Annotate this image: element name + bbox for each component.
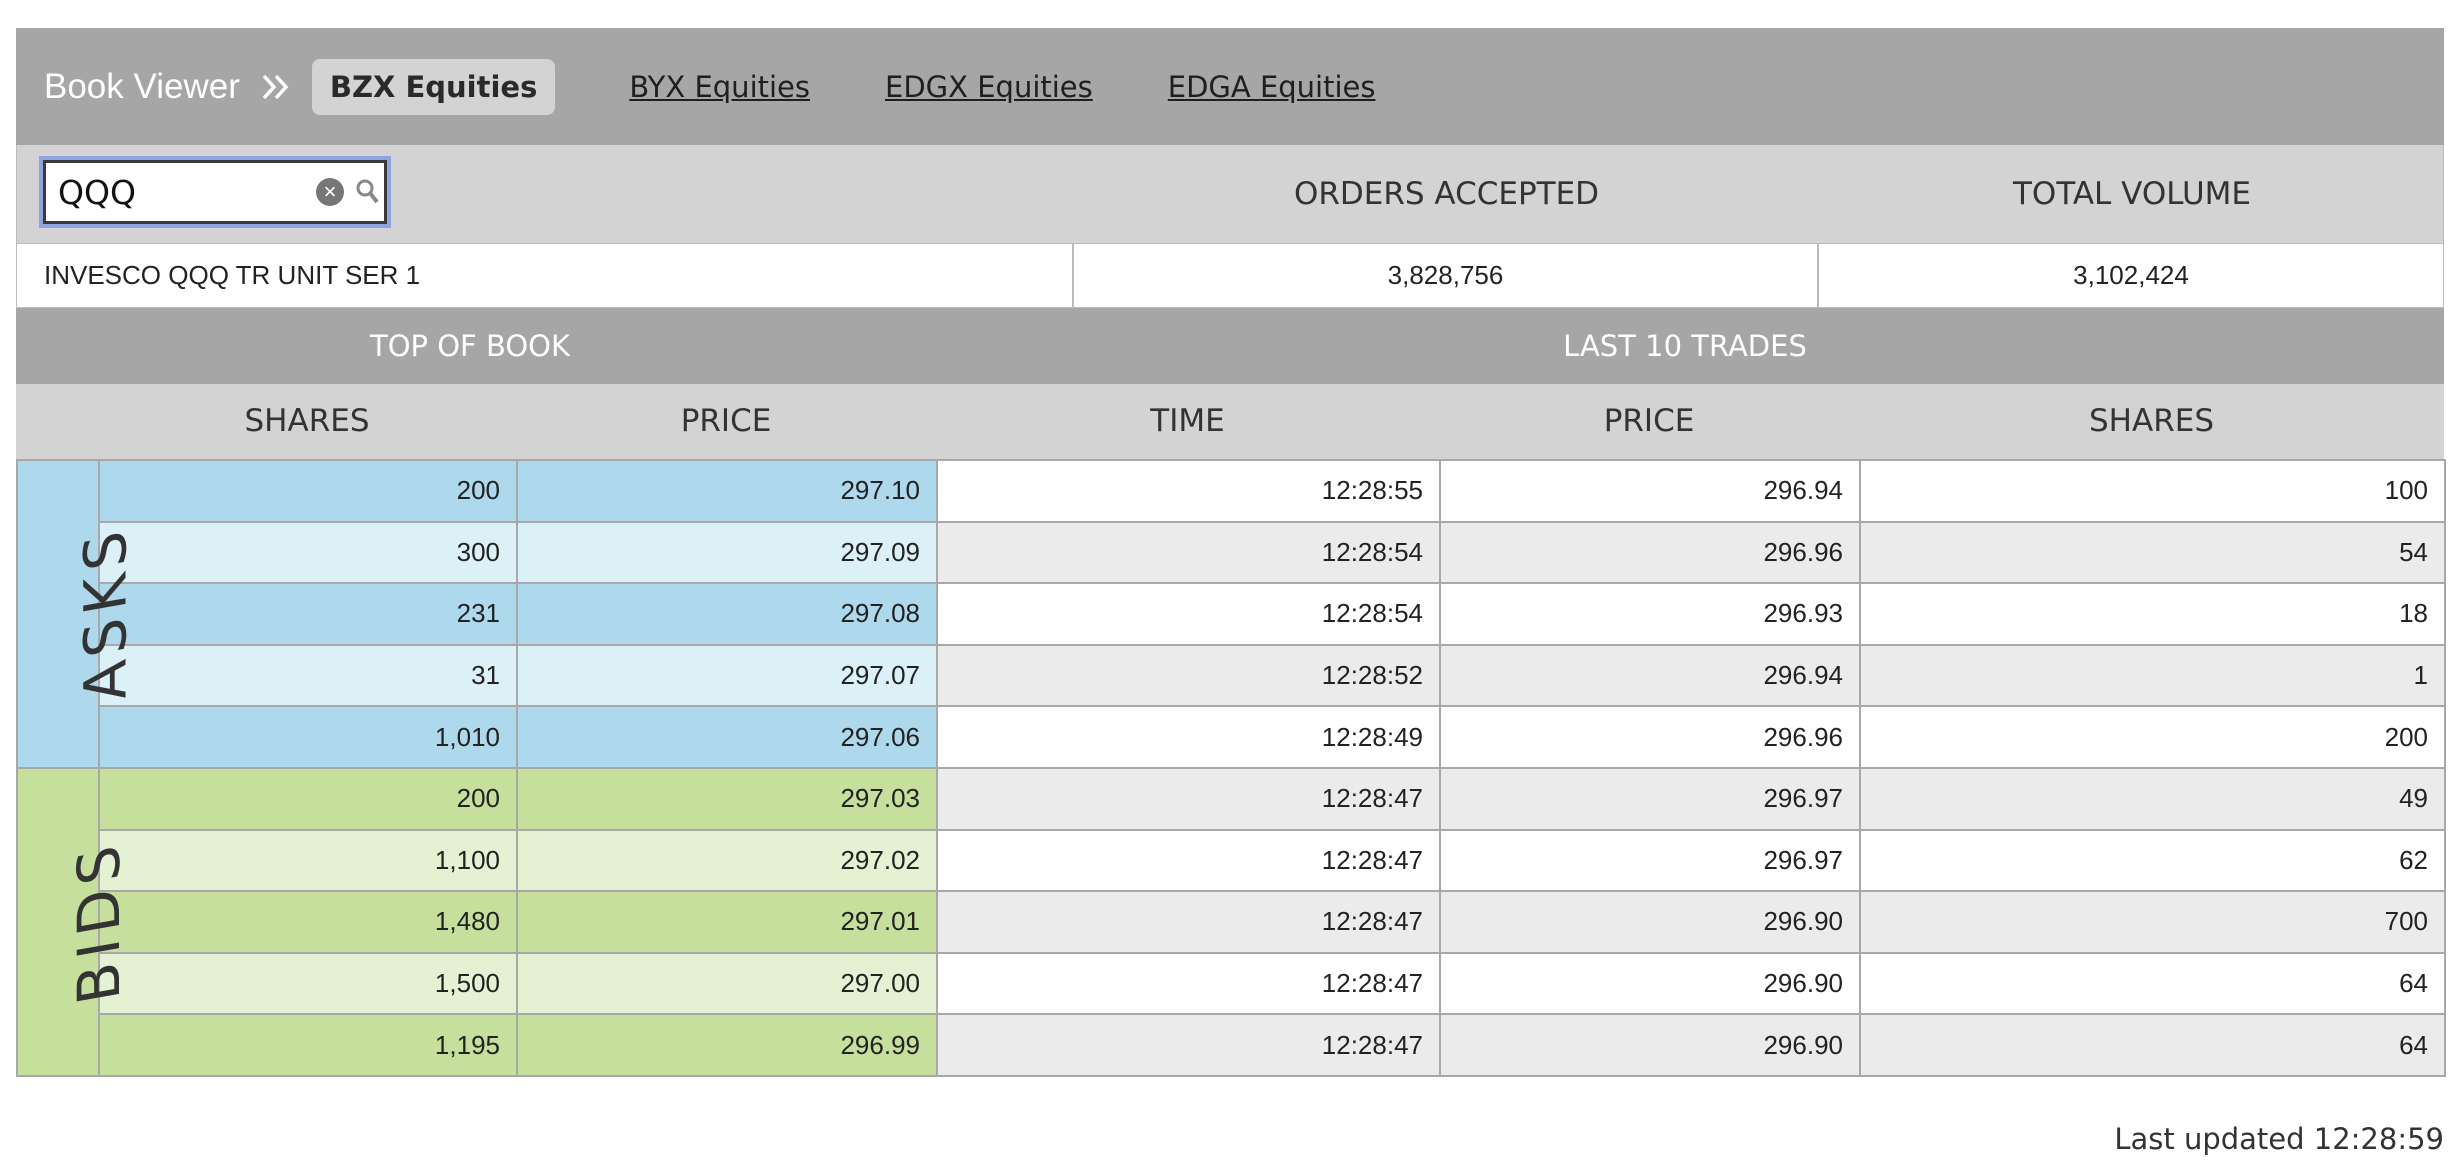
bid-price: 297.03	[516, 766, 938, 831]
trade-time: 12:28:52	[936, 643, 1441, 708]
book-viewer: Book Viewer BZX Equities BYX Equities ED…	[16, 28, 2446, 1077]
table-row: 1,480 297.01 12:28:47 296.90 700	[17, 890, 2446, 954]
bid-shares: 1,195	[98, 1013, 518, 1077]
ask-price: 297.09	[516, 520, 938, 585]
col-price-header: PRICE	[680, 403, 772, 439]
trade-price: 296.90	[1439, 890, 1861, 954]
trade-shares: 64	[1859, 1013, 2446, 1077]
section-header-row: TOP OF BOOK LAST 10 TRADES	[16, 308, 2444, 384]
table-row: 1,010 297.06 12:28:49 296.96 200	[17, 705, 2446, 769]
ask-price: 297.06	[516, 705, 938, 769]
total-volume-value: 3,102,424	[2073, 260, 2189, 290]
ask-shares: 1,010	[98, 705, 518, 769]
asks-side-label: ASKS	[16, 459, 140, 769]
table-row: BIDS 200 297.03 12:28:47 296.97 49	[16, 766, 2446, 1077]
bid-price: 296.99	[516, 1013, 938, 1077]
bid-price: 297.00	[516, 951, 938, 1016]
ask-shares: 300	[98, 520, 518, 585]
table-row: 31 297.07 12:28:52 296.94 1	[17, 643, 2446, 708]
clear-icon[interactable]: ×	[316, 178, 344, 206]
trade-price: 296.90	[1439, 1013, 1861, 1077]
bid-price: 297.01	[516, 890, 938, 954]
trade-shares: 62	[1859, 828, 2446, 893]
symbol-name: INVESCO QQQ TR UNIT SER 1	[17, 244, 1074, 307]
ask-shares: 200	[98, 459, 518, 523]
symbol-search-input[interactable]	[58, 171, 298, 213]
tab-edgx-equities[interactable]: EDGX Equities	[885, 70, 1093, 104]
table-row: ASKS 200 297.10 12:28:55 296.94 100	[16, 459, 2446, 769]
table-row: 1,500 297.00 12:28:47 296.90 64	[17, 951, 2446, 1016]
bid-shares: 1,500	[98, 951, 518, 1016]
trade-shares: 64	[1859, 951, 2446, 1016]
book-table: ASKS 200 297.10 12:28:55 296.94 100 300 …	[16, 459, 2446, 1077]
trade-time: 12:28:47	[936, 890, 1441, 954]
asks-label: ASKS	[71, 520, 140, 708]
ask-price: 297.07	[516, 643, 938, 708]
ask-shares: 231	[98, 582, 518, 646]
trade-time: 12:28:47	[936, 951, 1441, 1016]
col-time-header: TIME	[1150, 403, 1225, 439]
tab-byx-equities[interactable]: BYX Equities	[629, 70, 810, 104]
symbol-header-row: × ORDERS ACCEPTED TOTAL VOLUME	[16, 145, 2444, 243]
orders-accepted-value: 3,828,756	[1074, 244, 1819, 307]
search-icon[interactable]	[354, 177, 380, 205]
ask-price: 297.10	[516, 459, 938, 523]
trade-shares: 49	[1859, 766, 2446, 831]
double-chevron-right-icon	[262, 74, 289, 99]
bid-shares: 1,480	[98, 890, 518, 954]
symbol-info-row: INVESCO QQQ TR UNIT SER 1 3,828,756 3,10…	[16, 243, 2444, 308]
trade-price: 296.96	[1439, 705, 1861, 769]
table-row: 1,100 297.02 12:28:47 296.97 62	[17, 828, 2446, 893]
column-header-row: SHARES PRICE TIME PRICE SHARES	[16, 384, 2444, 459]
trade-price: 296.96	[1439, 520, 1861, 585]
trade-time: 12:28:47	[936, 766, 1441, 831]
table-row: 231 297.08 12:28:54 296.93 18	[17, 582, 2446, 646]
trade-price: 296.94	[1439, 459, 1861, 523]
trade-time: 12:28:55	[936, 459, 1441, 523]
last-updated: Last updated 12:28:59	[2114, 1122, 2444, 1156]
trade-shares: 100	[1859, 459, 2446, 523]
symbol-search-box[interactable]: ×	[43, 160, 387, 224]
trade-price: 296.90	[1439, 951, 1861, 1016]
col-shares-header: SHARES	[244, 403, 370, 439]
trade-price: 296.93	[1439, 582, 1861, 646]
bid-shares: 200	[98, 766, 518, 831]
bid-price: 297.02	[516, 828, 938, 893]
trade-time: 12:28:47	[936, 1013, 1441, 1077]
trade-shares: 54	[1859, 520, 2446, 585]
last-trades-heading: LAST 10 TRADES	[1563, 329, 1807, 363]
table-row: 300 297.09 12:28:54 296.96 54	[17, 520, 2446, 585]
bids-label: BIDS	[65, 834, 134, 1010]
trade-price: 296.97	[1439, 766, 1861, 831]
col-trade-price-header: PRICE	[1603, 403, 1695, 439]
ask-price: 297.08	[516, 582, 938, 646]
total-volume-label: TOTAL VOLUME	[2012, 176, 2251, 212]
trade-shares: 1	[1859, 643, 2446, 708]
trade-time: 12:28:47	[936, 828, 1441, 893]
trade-price: 296.97	[1439, 828, 1861, 893]
trade-time: 12:28:49	[936, 705, 1441, 769]
col-trade-shares-header: SHARES	[2089, 403, 2214, 439]
ask-shares: 31	[98, 643, 518, 708]
trade-price: 296.94	[1439, 643, 1861, 708]
table-row: 1,195 296.99 12:28:47 296.90 64	[17, 1013, 2446, 1077]
trade-shares: 700	[1859, 890, 2446, 954]
trade-time: 12:28:54	[936, 582, 1441, 646]
bid-shares: 1,100	[98, 828, 518, 893]
trade-time: 12:28:54	[936, 520, 1441, 585]
tab-edga-equities[interactable]: EDGA Equities	[1168, 70, 1376, 104]
trade-shares: 200	[1859, 705, 2446, 769]
app-title: Book Viewer	[44, 66, 240, 106]
trade-shares: 18	[1859, 582, 2446, 646]
orders-accepted-label: ORDERS ACCEPTED	[1293, 176, 1600, 212]
tab-bzx-equities[interactable]: BZX Equities	[311, 58, 556, 115]
header-bar: Book Viewer BZX Equities BYX Equities ED…	[16, 28, 2444, 145]
top-of-book-heading: TOP OF BOOK	[369, 329, 571, 363]
bids-side-label: BIDS	[16, 766, 133, 1077]
